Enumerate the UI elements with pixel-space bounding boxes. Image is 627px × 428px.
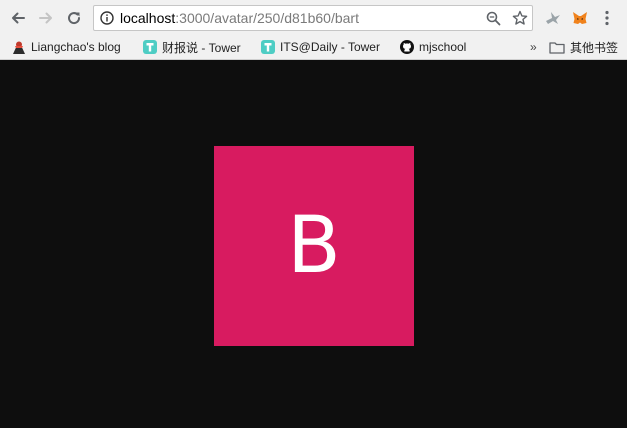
- extension-bird-icon[interactable]: [544, 9, 562, 27]
- address-bar[interactable]: localhost:3000/avatar/250/d81b60/bart: [93, 5, 533, 31]
- reload-icon: [68, 12, 81, 25]
- browser-chrome: localhost:3000/avatar/250/d81b60/bart Li…: [0, 0, 627, 60]
- bookmark-label: ITS@Daily - Tower: [280, 40, 380, 54]
- other-bookmarks-label: 其他书签: [570, 40, 619, 55]
- tower-favicon-icon: [261, 40, 275, 54]
- back-button[interactable]: [8, 8, 28, 28]
- more-menu-icon[interactable]: [604, 10, 610, 26]
- bookmark-caibaoshuo-tower[interactable]: 财报说 - Tower: [143, 38, 241, 56]
- bookmark-star-icon[interactable]: [512, 10, 528, 26]
- forward-arrow-icon: [39, 12, 52, 24]
- forward-button[interactable]: [36, 8, 56, 28]
- url-path: :3000/avatar/250/d81b60/bart: [175, 10, 359, 26]
- bookmark-label: 财报说 - Tower: [162, 40, 241, 55]
- bookmark-label: mjschool: [419, 40, 467, 54]
- reload-button[interactable]: [64, 8, 84, 28]
- bookmark-liangchao-blog[interactable]: Liangchao's blog: [12, 38, 121, 56]
- other-bookmarks-folder[interactable]: 其他书签: [549, 38, 618, 56]
- back-arrow-icon: [12, 12, 25, 24]
- zoom-icon[interactable]: [486, 11, 501, 26]
- info-icon[interactable]: [100, 11, 114, 25]
- url-host: localhost: [120, 10, 176, 26]
- url-text[interactable]: localhost:3000/avatar/250/d81b60/bart: [120, 10, 359, 26]
- avatar-image: B: [214, 146, 414, 346]
- browser-toolbar: localhost:3000/avatar/250/d81b60/bart: [0, 0, 627, 35]
- avatar-initial: B: [287, 201, 341, 291]
- bookmark-its-daily-tower[interactable]: ITS@Daily - Tower: [261, 38, 380, 56]
- bookmarks-overflow-button[interactable]: »: [530, 40, 537, 54]
- bookmark-mjschool[interactable]: mjschool: [400, 38, 466, 56]
- folder-icon: [549, 41, 565, 54]
- blog-favicon-icon: [13, 41, 25, 54]
- bookmarks-bar: Liangchao's blog 财报说 - Tower ITS@Daily -…: [0, 35, 627, 59]
- metamask-fox-icon[interactable]: [571, 9, 589, 27]
- github-favicon-icon: [400, 40, 414, 54]
- bookmark-label: Liangchao's blog: [31, 40, 121, 54]
- tower-favicon-icon: [143, 40, 157, 54]
- page-viewport: B: [0, 60, 627, 428]
